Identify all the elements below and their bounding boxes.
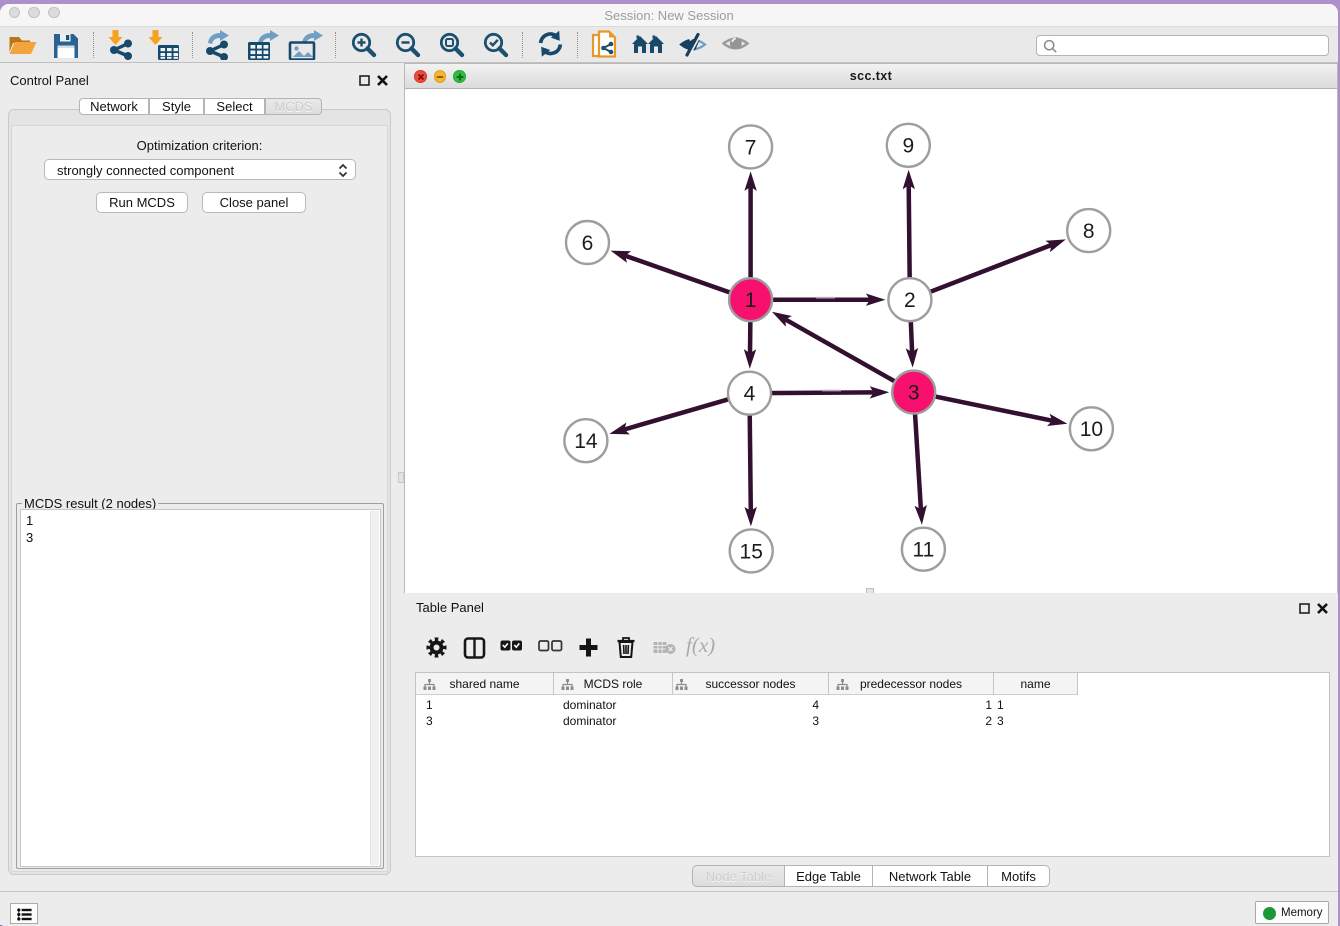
svg-text:1: 1 — [745, 289, 757, 312]
svg-text:14: 14 — [574, 430, 598, 453]
svg-text:9: 9 — [902, 135, 914, 158]
svg-text:3: 3 — [908, 382, 920, 405]
svg-text:7: 7 — [745, 136, 757, 159]
svg-text:6: 6 — [582, 232, 594, 255]
svg-text:10: 10 — [1080, 418, 1103, 441]
svg-text:11: 11 — [912, 539, 934, 562]
svg-text:4: 4 — [744, 383, 756, 406]
svg-text:8: 8 — [1083, 220, 1095, 243]
svg-text:15: 15 — [740, 540, 763, 563]
svg-text:2: 2 — [904, 289, 916, 312]
